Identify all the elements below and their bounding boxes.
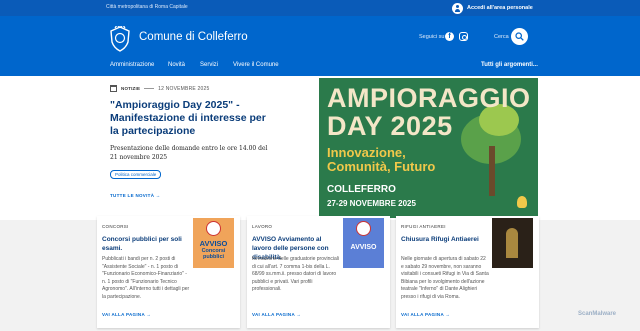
card-link-label: VAI ALLA PAGINA <box>252 312 295 317</box>
nav-item-servizi[interactable]: Servizi <box>200 62 218 68</box>
card-concorsi: CONCORSI Concorsi pubblici per soli esam… <box>97 216 240 328</box>
nav-item-amministrazione[interactable]: Amministrazione <box>110 62 154 68</box>
poster-dates: 27-29 NOVEMBRE 2025 <box>327 199 416 208</box>
city-crest-icon[interactable] <box>109 26 131 52</box>
poster-title-line1: AMPIORAGGIO <box>327 83 531 113</box>
site-name[interactable]: Comune di Colleferro <box>139 31 248 43</box>
poster-city: COLLEFERRO <box>327 184 396 195</box>
card-category: CONCORSI <box>102 224 129 229</box>
card-link[interactable]: VAI ALLA PAGINA → <box>102 312 151 317</box>
all-news-link[interactable]: TUTTE LE NOVITÀ → <box>110 193 161 198</box>
facebook-icon[interactable]: f <box>445 32 454 41</box>
hero-poster-image[interactable]: AMPIORAGGIO DAY 2025 Innovazione, Comuni… <box>319 78 538 218</box>
seal-icon <box>206 221 221 236</box>
news-category: NOTIZIE <box>121 86 141 91</box>
social-label: Seguici su <box>419 34 445 40</box>
seal-icon <box>356 221 371 236</box>
thumb-title: AVVISO <box>350 244 377 251</box>
topic-chip[interactable]: Politica commerciale <box>110 170 162 179</box>
tree-trunk <box>489 146 495 196</box>
card-link-label: VAI ALLA PAGINA <box>102 312 145 317</box>
login-button[interactable]: Accedi all'area personale <box>452 2 533 14</box>
card-thumbnail: AVVISO <box>343 218 384 268</box>
search-label: Cerca <box>494 34 509 40</box>
nav-item-novita[interactable]: Novità <box>168 62 185 68</box>
news-date: 12 NOVEMBRE 2025 <box>158 85 210 92</box>
user-icon <box>452 2 463 14</box>
card-title[interactable]: Chiusura Rifugi Antiaerei <box>401 235 486 244</box>
card-link[interactable]: VAI ALLA PAGINA → <box>252 312 301 317</box>
card-text: Pubblicati i bandi per n. 2 posti di "As… <box>102 256 190 300</box>
search-button[interactable] <box>511 28 528 45</box>
nav-item-vivere-il-comune[interactable]: Vivere il Comune <box>233 62 279 68</box>
card-link-label: VAI ALLA PAGINA <box>401 312 444 317</box>
instagram-icon[interactable] <box>459 32 468 41</box>
calendar-icon <box>110 85 117 92</box>
nav-all-topics[interactable]: Tutti gli argomenti... <box>481 62 538 68</box>
card-category: LAVORO <box>252 224 273 229</box>
card-text: Nelle giornate di apertura di sabato 22 … <box>401 256 489 300</box>
thumb-title-text: AVVISO <box>199 239 228 248</box>
site-header: Comune di Colleferro Seguici su f Cerca … <box>0 16 640 76</box>
all-news-label: TUTTE LE NOVITÀ <box>110 193 155 198</box>
card-category: RIFUGI ANTIAEREI <box>401 224 446 229</box>
card-lavoro: LAVORO AVVISO Avviamento al lavoro delle… <box>247 216 390 328</box>
card-thumbnail: AVVISO Concorsi pubblici <box>193 218 234 268</box>
thumb-subtitle: Concorsi pubblici <box>201 248 226 260</box>
news-meta: NOTIZIE 12 NOVEMBRE 2025 <box>110 85 209 92</box>
thumb-title: AVVISO Concorsi pubblici <box>197 240 230 260</box>
poster-subtitle: Innovazione, Comunità, Futuro <box>327 145 436 174</box>
watermark: ScanMalware <box>578 311 617 317</box>
card-thumbnail <box>492 218 533 268</box>
card-rifugi: RIFUGI ANTIAEREI Chiusura Rifugi Antiaer… <box>396 216 539 328</box>
divider <box>144 88 155 89</box>
region-link[interactable]: Città metropolitana di Roma Capitale <box>106 4 188 10</box>
hero-description: Presentazione delle domande entro le ore… <box>110 145 268 161</box>
card-title[interactable]: Concorsi pubblici per soli esami. <box>102 235 187 253</box>
poster-title-line2: DAY 2025 <box>327 111 453 141</box>
login-label: Accedi all'area personale <box>467 5 533 11</box>
lightbulb-icon <box>517 196 527 208</box>
top-bar: Città metropolitana di Roma Capitale Acc… <box>0 0 640 16</box>
hero-title[interactable]: "Ampioraggio Day 2025" - Manifestazione … <box>110 99 275 138</box>
search-icon <box>515 32 524 41</box>
card-link[interactable]: VAI ALLA PAGINA → <box>401 312 450 317</box>
card-text: formazione delle graduatorie provinciali… <box>252 256 339 292</box>
